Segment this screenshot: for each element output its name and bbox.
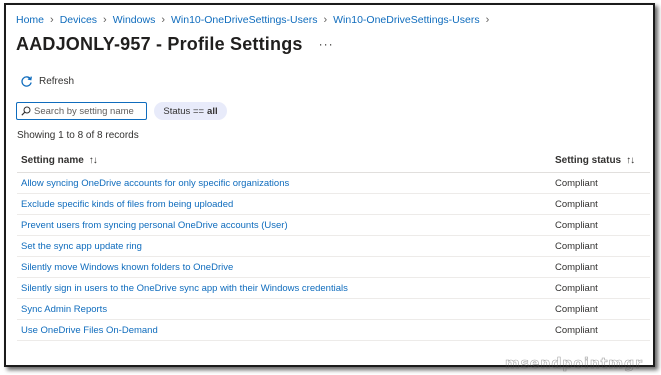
setting-name-link[interactable]: Silently sign in users to the OneDrive s…: [21, 283, 348, 294]
search-field[interactable]: [16, 102, 147, 120]
table-row: Set the sync app update ring Compliant: [17, 236, 650, 257]
breadcrumb-profile[interactable]: Win10-OneDriveSettings-Users: [171, 14, 317, 26]
portal-window: Home › Devices › Windows › Win10-OneDriv…: [4, 3, 655, 367]
setting-name-link[interactable]: Use OneDrive Files On-Demand: [21, 325, 158, 336]
breadcrumb-windows[interactable]: Windows: [113, 14, 156, 26]
setting-name-link[interactable]: Prevent users from syncing personal OneD…: [21, 220, 288, 231]
column-header-setting-name[interactable]: Setting name ↑↓: [17, 155, 555, 166]
breadcrumb-separator: ›: [161, 14, 165, 26]
search-icon: [21, 106, 31, 116]
column-header-label: Setting name: [21, 155, 84, 166]
table-row: Silently sign in users to the OneDrive s…: [17, 278, 650, 299]
setting-status: Compliant: [555, 303, 598, 315]
breadcrumb-home[interactable]: Home: [16, 14, 44, 26]
column-header-label: Setting status: [555, 155, 622, 166]
column-header-setting-status[interactable]: Setting status ↑↓: [555, 155, 650, 166]
title-row: AADJONLY-957 - Profile Settings ···: [16, 32, 334, 56]
setting-name-link[interactable]: Exclude specific kinds of files from bei…: [21, 199, 233, 210]
status-filter-pill[interactable]: Status == all: [154, 102, 227, 120]
watermark: msendpointmgr: [505, 356, 644, 373]
breadcrumb-devices[interactable]: Devices: [60, 14, 97, 26]
setting-name-link[interactable]: Sync Admin Reports: [21, 304, 107, 315]
table-row: Sync Admin Reports Compliant: [17, 299, 650, 320]
setting-status: Compliant: [555, 198, 598, 210]
setting-status: Compliant: [555, 261, 598, 273]
breadcrumb-separator: ›: [323, 14, 328, 26]
record-count: Showing 1 to 8 of 8 records: [17, 130, 139, 141]
breadcrumb-separator: ›: [50, 14, 54, 26]
sort-icon[interactable]: ↑↓: [89, 155, 98, 166]
setting-status: Compliant: [555, 282, 598, 294]
status-filter-label: Status ==: [163, 105, 205, 117]
page-title: AADJONLY-957 - Profile Settings: [16, 33, 303, 54]
breadcrumb-profile-users[interactable]: Win10-OneDriveSettings-Users: [333, 14, 479, 26]
breadcrumb: Home › Devices › Windows › Win10-OneDriv…: [16, 13, 495, 27]
setting-name-link[interactable]: Set the sync app update ring: [21, 241, 142, 252]
sort-icon[interactable]: ↑↓: [626, 155, 635, 166]
setting-status: Compliant: [555, 177, 598, 189]
refresh-label: Refresh: [39, 75, 75, 87]
refresh-button[interactable]: Refresh: [20, 73, 74, 89]
setting-status: Compliant: [555, 219, 598, 231]
table-row: Silently move Windows known folders to O…: [17, 257, 650, 278]
breadcrumb-separator: ›: [103, 14, 107, 26]
breadcrumb-separator: ›: [485, 14, 490, 26]
setting-status: Compliant: [555, 324, 598, 336]
refresh-icon: [20, 75, 33, 88]
setting-status: Compliant: [555, 240, 598, 252]
settings-table: Setting name ↑↓ Setting status ↑↓ Allow …: [17, 149, 650, 341]
table-row: Exclude specific kinds of files from bei…: [17, 194, 650, 215]
table-row: Prevent users from syncing personal OneD…: [17, 215, 650, 236]
table-row: Use OneDrive Files On-Demand Compliant: [17, 320, 650, 341]
table-row: Allow syncing OneDrive accounts for only…: [17, 173, 650, 194]
setting-name-link[interactable]: Silently move Windows known folders to O…: [21, 262, 233, 273]
more-options-button[interactable]: ···: [319, 38, 334, 50]
status-filter-value: all: [207, 105, 218, 117]
table-header: Setting name ↑↓ Setting status ↑↓: [17, 149, 650, 173]
search-input[interactable]: [34, 104, 139, 118]
setting-name-link[interactable]: Allow syncing OneDrive accounts for only…: [21, 178, 289, 189]
